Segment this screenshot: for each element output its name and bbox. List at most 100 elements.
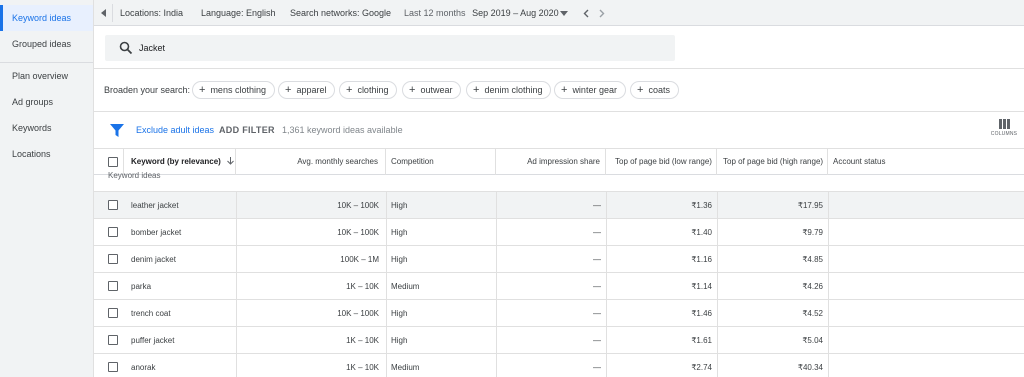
chip-label: winter gear — [572, 85, 617, 95]
broaden-label: Broaden your search: — [104, 85, 191, 95]
language-setting[interactable]: Language: English — [201, 0, 276, 26]
cell-avg-monthly-searches: 1K – 10K — [346, 336, 379, 345]
table-row[interactable]: bomber jacket 10K – 100K High — ₹1.40 ₹9.79 — [94, 219, 1024, 246]
cell-keyword: parka — [131, 282, 152, 291]
sidebar-item-plan-overview[interactable]: Plan overview — [0, 63, 93, 89]
cell-keyword: puffer jacket — [131, 336, 175, 345]
column-divider — [828, 219, 829, 246]
cell-ad-impression-share: — — [593, 363, 601, 372]
broaden-chip[interactable]: + winter gear — [554, 81, 626, 99]
exclude-adult-ideas-link[interactable]: Exclude adult ideas — [136, 112, 214, 149]
next-period-button[interactable] — [596, 0, 608, 26]
sidebar-item-label: Ad groups — [12, 97, 54, 107]
column-header-bid-high[interactable]: Top of page bid (high range) — [717, 149, 828, 175]
column-header-bid-low[interactable]: Top of page bid (low range) — [606, 149, 717, 175]
broaden-chip[interactable]: + apparel — [278, 81, 336, 99]
column-divider — [386, 354, 387, 377]
previous-period-button[interactable] — [580, 0, 592, 26]
cell-avg-monthly-searches: 10K – 100K — [337, 309, 379, 318]
divider — [112, 4, 113, 22]
cell-avg-monthly-searches: 10K – 100K — [337, 228, 379, 237]
caret-left-icon — [101, 9, 106, 17]
cell-competition: High — [391, 201, 408, 210]
sidebar-item-keywords[interactable]: Keywords — [0, 115, 93, 141]
cell-ad-impression-share: — — [593, 201, 601, 210]
arrow-down-icon — [227, 157, 234, 165]
columns-button[interactable]: COLUMNS — [989, 119, 1019, 145]
cell-ad-impression-share: — — [593, 228, 601, 237]
column-header-searches[interactable]: Avg. monthly searches — [236, 149, 386, 175]
column-header-competition[interactable]: Competition — [386, 149, 496, 175]
table-header: Keyword (by relevance) Avg. monthly sear… — [94, 149, 1024, 175]
keyword-search-input[interactable]: Jacket — [105, 35, 675, 61]
table-row[interactable]: parka 1K – 10K Medium — ₹1.14 ₹4.26 — [94, 273, 1024, 300]
column-header-account-status[interactable]: Account status — [828, 149, 1024, 175]
collapse-sidebar-button[interactable] — [98, 0, 110, 26]
chip-label: apparel — [296, 85, 327, 95]
broaden-chip[interactable]: + denim clothing — [466, 81, 552, 99]
add-filter-button[interactable]: ADD FILTER — [219, 112, 275, 149]
column-divider — [386, 300, 387, 327]
chip-label: clothing — [357, 85, 389, 95]
column-divider — [386, 273, 387, 300]
table-row[interactable]: trench coat 10K – 100K High — ₹1.46 ₹4.52 — [94, 300, 1024, 327]
table-row[interactable]: anorak 1K – 10K Medium — ₹2.74 ₹40.34 — [94, 354, 1024, 377]
table-row[interactable]: denim jacket 100K – 1M High — ₹1.16 ₹4.85 — [94, 246, 1024, 273]
column-divider — [828, 300, 829, 327]
cell-keyword: denim jacket — [131, 255, 176, 264]
column-divider — [386, 327, 387, 354]
sidebar: Keyword ideas Grouped ideas Plan overvie… — [0, 0, 94, 377]
table-row[interactable]: leather jacket 10K – 100K High — ₹1.36 ₹17.95 — [94, 192, 1024, 219]
row-checkbox[interactable] — [108, 308, 118, 318]
cell-ad-impression-share: — — [593, 309, 601, 318]
column-header-impression-share[interactable]: Ad impression share — [496, 149, 606, 175]
broaden-chip[interactable]: + coats — [630, 81, 679, 99]
columns-icon — [998, 119, 1010, 129]
sidebar-item-grouped-ideas[interactable]: Grouped ideas — [0, 31, 93, 57]
plus-icon: + — [637, 84, 644, 96]
cell-avg-monthly-searches: 1K – 10K — [346, 282, 379, 291]
row-checkbox[interactable] — [108, 281, 118, 291]
cell-bid-low: ₹1.40 — [691, 228, 712, 237]
cell-bid-low: ₹1.16 — [691, 255, 712, 264]
sidebar-item-label: Grouped ideas — [12, 39, 72, 49]
table-row[interactable]: puffer jacket 1K – 10K High — ₹1.61 ₹5.04 — [94, 327, 1024, 354]
broaden-chip[interactable]: + mens clothing — [192, 81, 275, 99]
row-checkbox[interactable] — [108, 362, 118, 372]
sidebar-item-locations[interactable]: Locations — [0, 141, 93, 167]
group-label-text: Keyword ideas — [108, 171, 161, 180]
select-all-checkbox[interactable] — [108, 157, 118, 167]
cell-bid-low: ₹1.61 — [691, 336, 712, 345]
cell-competition: High — [391, 336, 408, 345]
main-panel: Locations: India Language: English Searc… — [94, 0, 1024, 377]
cell-ad-impression-share: — — [593, 255, 601, 264]
columns-label: COLUMNS — [990, 131, 1018, 137]
cell-competition: Medium — [391, 363, 420, 372]
broaden-chip[interactable]: + outwear — [402, 81, 462, 99]
column-divider — [828, 327, 829, 354]
row-checkbox[interactable] — [108, 200, 118, 210]
broaden-chip[interactable]: + clothing — [339, 81, 398, 99]
column-divider — [828, 246, 829, 273]
sidebar-item-ad-groups[interactable]: Ad groups — [0, 89, 93, 115]
filter-icon[interactable] — [110, 124, 124, 137]
cell-bid-low: ₹1.46 — [691, 309, 712, 318]
search-networks-setting[interactable]: Search networks: Google — [290, 0, 391, 26]
cell-bid-high: ₹4.85 — [802, 255, 823, 264]
filter-bar: Exclude adult ideas ADD FILTER 1,361 key… — [94, 112, 1024, 149]
column-divider — [828, 192, 829, 219]
sidebar-item-label: Keywords — [12, 123, 52, 133]
locations-setting[interactable]: Locations: India — [120, 0, 183, 26]
sidebar-item-keyword-ideas[interactable]: Keyword ideas — [0, 5, 93, 31]
date-range-picker[interactable]: Last 12 months Sep 2019 – Aug 2020 — [404, 0, 559, 26]
chip-label: mens clothing — [210, 85, 266, 95]
row-checkbox[interactable] — [108, 227, 118, 237]
plus-icon: + — [409, 84, 416, 96]
sidebar-item-label: Locations — [12, 149, 51, 159]
column-header-label: Keyword (by relevance) — [131, 157, 221, 166]
keyword-ideas-count: 1,361 keyword ideas available — [282, 125, 403, 135]
cell-avg-monthly-searches: 100K – 1M — [340, 255, 379, 264]
date-range-dropdown[interactable] — [558, 0, 570, 26]
row-checkbox[interactable] — [108, 254, 118, 264]
row-checkbox[interactable] — [108, 335, 118, 345]
